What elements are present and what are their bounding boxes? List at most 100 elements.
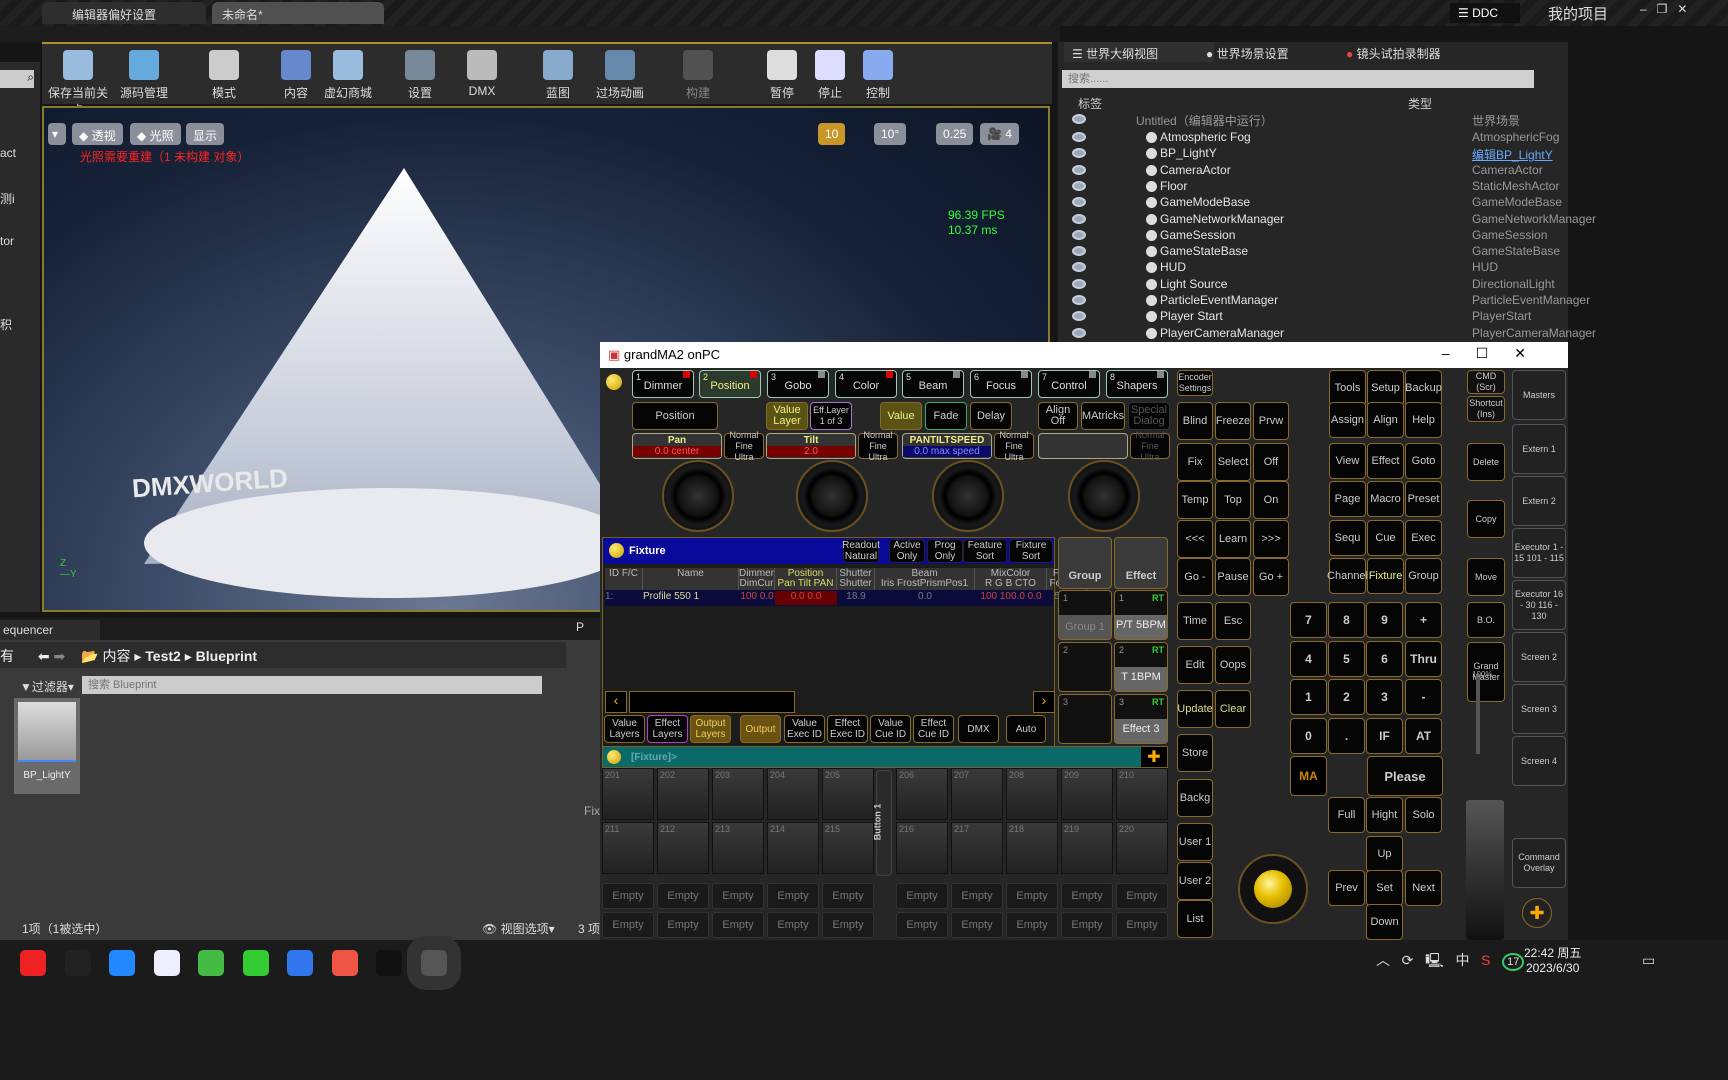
- outliner-row[interactable]: GameStateBase GameStateBase: [1072, 244, 1560, 262]
- bottom-tab[interactable]: Value Exec ID: [784, 715, 825, 743]
- empty-executor[interactable]: Empty: [657, 883, 709, 909]
- camtasia-icon[interactable]: [331, 950, 358, 976]
- eye-icon[interactable]: [1072, 327, 1086, 338]
- take-recorder-tab[interactable]: ● 镜头试拍录制器: [1338, 42, 1449, 65]
- empty-executor[interactable]: Empty: [822, 912, 874, 938]
- outliner-row[interactable]: GameModeBase GameModeBase: [1072, 195, 1562, 213]
- resolution-toggle[interactable]: Normal Fine Ultra: [994, 430, 1034, 462]
- col-type-header[interactable]: 类型: [1408, 95, 1432, 112]
- sequencer-tab[interactable]: equencer: [0, 620, 100, 640]
- kugou-icon[interactable]: [287, 950, 313, 976]
- effect-pool-item[interactable]: 1 RT P/T 5BPM: [1114, 590, 1168, 640]
- other-panel-tab[interactable]: P: [576, 620, 584, 634]
- empty-executor[interactable]: Empty: [1061, 883, 1113, 909]
- toolbar-button-12[interactable]: 控制: [848, 50, 908, 102]
- column-header[interactable]: Dimmer DimCur: [739, 568, 775, 590]
- breadcrumb-blueprint[interactable]: Blueprint: [196, 648, 257, 664]
- bottom-tab[interactable]: Value Layers: [604, 715, 645, 743]
- key-on[interactable]: On: [1253, 481, 1289, 519]
- screen-button-2[interactable]: Extern 2: [1512, 476, 1566, 526]
- empty-executor[interactable]: Empty: [602, 883, 654, 909]
- eye-icon[interactable]: [1072, 164, 1086, 175]
- executor-cell[interactable]: 215: [822, 822, 874, 874]
- scrollbar-thumb[interactable]: [629, 691, 795, 713]
- key-view[interactable]: View: [1329, 443, 1366, 479]
- tray-sync-icon[interactable]: ⟳: [1402, 952, 1414, 968]
- col-label-header[interactable]: 标签: [1078, 95, 1102, 112]
- toolbar-button-4[interactable]: 虚幻商城: [318, 50, 378, 102]
- sogou-icon[interactable]: S: [1481, 952, 1490, 968]
- empty-executor[interactable]: Empty: [822, 883, 874, 909]
- feature-tab-color[interactable]: 4 Color: [835, 370, 897, 398]
- lit-button[interactable]: ◆ 光照: [130, 123, 181, 145]
- key-b-o-[interactable]: B.O.: [1467, 602, 1505, 638]
- camera-speed[interactable]: 🎥 4: [980, 123, 1019, 145]
- outliner-row[interactable]: GameSession GameSession: [1072, 228, 1560, 246]
- bottom-tab[interactable]: Output: [740, 715, 781, 743]
- breadcrumb-content[interactable]: 内容: [102, 648, 130, 664]
- key-freeze[interactable]: Freeze: [1215, 402, 1251, 440]
- executor-cell[interactable]: 201: [602, 768, 654, 820]
- browser-icon[interactable]: [198, 950, 224, 976]
- feature-tab-shapers[interactable]: 8 Shapers: [1106, 370, 1168, 398]
- master-fader[interactable]: [1466, 800, 1504, 940]
- unreal-icon[interactable]: [376, 950, 402, 976]
- ma-status-ball[interactable]: [606, 374, 622, 390]
- key-setup[interactable]: Setup: [1367, 370, 1404, 406]
- column-header[interactable]: ID F/C: [605, 568, 643, 590]
- ddc-button[interactable]: ☰ DDC: [1450, 3, 1520, 23]
- screen-button-0[interactable]: Masters: [1512, 370, 1566, 420]
- key-channel[interactable]: Channel: [1327, 558, 1368, 594]
- empty-executor[interactable]: Empty: [712, 912, 764, 938]
- position-button[interactable]: Position: [632, 402, 718, 430]
- qq-icon[interactable]: [64, 950, 91, 976]
- key-copy[interactable]: Copy: [1467, 500, 1505, 538]
- key-assign[interactable]: Assign: [1329, 402, 1366, 438]
- column-header[interactable]: Name: [643, 568, 739, 590]
- screen-button-6[interactable]: Screen 3: [1512, 684, 1566, 734]
- executor-cell[interactable]: 214: [767, 822, 819, 874]
- sheet-button[interactable]: Fixture Sort: [1009, 539, 1053, 563]
- toolbar-button-1[interactable]: 源码管理: [114, 50, 174, 102]
- key-sequ[interactable]: Sequ: [1329, 520, 1366, 556]
- effect-pool-title[interactable]: Effect: [1114, 537, 1168, 589]
- key-prev[interactable]: Prev: [1328, 870, 1365, 906]
- special-dialog-button[interactable]: Special Dialog: [1128, 402, 1170, 430]
- perspective-button[interactable]: ◆ 透视: [72, 123, 123, 145]
- executor-cell[interactable]: 213: [712, 822, 764, 874]
- eye-icon[interactable]: [1072, 114, 1086, 124]
- key-goto[interactable]: Goto: [1405, 443, 1442, 479]
- outliner-row[interactable]: Atmospheric Fog AtmosphericFog: [1072, 130, 1560, 148]
- encoder-knob[interactable]: [662, 460, 734, 532]
- outliner-search[interactable]: [1062, 70, 1534, 88]
- exec-ball-icon[interactable]: [607, 750, 621, 764]
- sheet-button[interactable]: Readout Natural: [842, 539, 880, 563]
- bottom-tab[interactable]: Auto: [1006, 715, 1046, 743]
- key-user-2[interactable]: User 2: [1177, 862, 1213, 900]
- feature-tab-focus[interactable]: 6 Focus: [970, 370, 1032, 398]
- tray-chevron-icon[interactable]: ︿: [1376, 952, 1390, 968]
- key-delete[interactable]: Delete: [1467, 443, 1505, 481]
- key-next[interactable]: Next: [1405, 870, 1442, 906]
- key-up[interactable]: Up: [1366, 836, 1403, 872]
- column-header[interactable]: MixColor R G B CTO: [975, 568, 1047, 590]
- key-9[interactable]: 9: [1366, 602, 1403, 638]
- executor-cell[interactable]: 207: [951, 768, 1003, 820]
- executor-cell[interactable]: 205: [822, 768, 874, 820]
- sheet-button[interactable]: Feature Sort: [963, 539, 1007, 563]
- executor-cell[interactable]: 216: [896, 822, 948, 874]
- group-pool-item[interactable]: 3: [1058, 694, 1112, 744]
- key-oops[interactable]: Oops: [1215, 646, 1251, 684]
- key-select[interactable]: Select: [1215, 443, 1251, 481]
- key-edit[interactable]: Edit: [1177, 646, 1213, 684]
- effect-pool-item[interactable]: 2 RT T 1BPM: [1114, 642, 1168, 692]
- key-5[interactable]: 5: [1328, 641, 1365, 677]
- feature-tab-dimmer[interactable]: 1 Dimmer: [632, 370, 694, 398]
- key-preset[interactable]: Preset: [1405, 481, 1442, 517]
- group-pool-item[interactable]: 1 Group 1: [1058, 590, 1112, 640]
- executor-cell[interactable]: 203: [712, 768, 764, 820]
- screen-button-7[interactable]: Screen 4: [1512, 736, 1566, 786]
- action-center-icon[interactable]: ▭: [1642, 952, 1655, 969]
- column-header[interactable]: Position Pan Tilt PAN: [775, 568, 837, 590]
- grid-snap[interactable]: 10: [818, 123, 846, 145]
